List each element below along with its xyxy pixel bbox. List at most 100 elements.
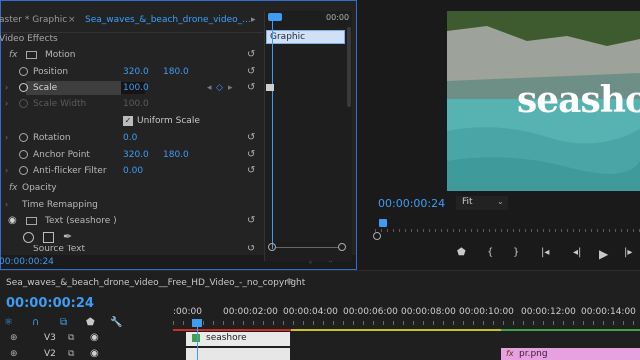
playhead-line	[272, 13, 273, 249]
mark-in-icon[interactable]: {	[487, 247, 493, 258]
chevron-right-icon[interactable]: ›	[5, 80, 8, 96]
anchor-y-value[interactable]: 180.0	[163, 147, 189, 163]
antiflicker-value[interactable]: 0.00	[123, 163, 143, 179]
eye-icon[interactable]: ◉	[90, 348, 99, 359]
ellipse-mask-icon[interactable]	[23, 232, 34, 243]
add-keyframe-icon[interactable]: ◇	[216, 80, 223, 96]
graphic-clip-bar[interactable]: Graphic	[266, 30, 345, 44]
zoom-handle-left[interactable]	[373, 232, 381, 240]
zoom-track[interactable]	[276, 247, 338, 248]
antiflicker-row: › Anti-flicker Filter 0.00 ↺	[1, 163, 263, 179]
time-remapping-row[interactable]: › Time Remapping	[1, 197, 263, 213]
play-icon[interactable]: ▶	[599, 247, 608, 261]
marker-icon[interactable]: ⬟	[457, 247, 466, 258]
playhead-icon[interactable]	[379, 219, 387, 227]
anchor-point-row: Anchor Point 320.0 180.0 ↺	[1, 147, 263, 163]
transform-box-icon	[26, 217, 37, 225]
step-forward-icon[interactable]: |▸	[624, 247, 632, 258]
fit-dropdown[interactable]: Fit ⌄	[456, 196, 508, 210]
opacity-row[interactable]: fx Opacity	[1, 180, 263, 196]
scale-label: Scale	[33, 83, 58, 93]
step-back-icon[interactable]: ◂|	[573, 247, 581, 258]
ruler-tick: 00:00:08:00	[401, 307, 456, 317]
chevron-right-icon[interactable]: ›	[5, 163, 8, 179]
snap-magnet-icon[interactable]: ∩	[32, 317, 39, 328]
clip-v2-left[interactable]	[186, 348, 290, 360]
sync-lock-icon[interactable]: ⧉	[68, 349, 74, 359]
go-to-in-icon[interactable]: |◂	[541, 247, 549, 258]
sequence-clip-tab[interactable]: Sea_waves_&_beach_drone_video_...	[85, 11, 251, 29]
chevron-down-icon: ⌄	[497, 197, 504, 206]
panel-menu-icon[interactable]: ▸	[251, 11, 256, 29]
fx-badge-icon	[192, 334, 200, 342]
stopwatch-icon[interactable]	[19, 133, 28, 142]
program-timecode[interactable]: 00:00:00:24	[378, 197, 445, 210]
reset-icon[interactable]: ↺	[247, 245, 255, 255]
reset-icon[interactable]: ↺	[247, 213, 255, 229]
track-v3: ⊕ V3 ⧉ ◉ seashore	[0, 332, 640, 346]
playhead-icon[interactable]	[268, 13, 282, 21]
ect-timecode[interactable]: 00:00:00:24	[0, 257, 54, 267]
close-icon[interactable]: ×	[68, 11, 76, 29]
linked-selection-icon[interactable]: ⧉	[60, 317, 67, 328]
mini-ruler: 00:00	[268, 13, 349, 25]
reset-icon[interactable]: ↺	[247, 64, 255, 80]
video-effects-header: Video Effects	[0, 31, 263, 47]
anchor-x-value[interactable]: 320.0	[123, 147, 149, 163]
timeline-timecode[interactable]: 00:00:00:24	[6, 296, 94, 311]
motion-effect-row[interactable]: fx Motion ↺	[1, 47, 263, 63]
timeline-panel: Sea_waves_&_beach_drone_video__Free_HD_V…	[0, 270, 640, 360]
fx-icon: fx	[9, 50, 18, 60]
toggle-lock-icon[interactable]: ⊕	[10, 349, 18, 359]
next-keyframe-icon[interactable]: ▸	[228, 80, 233, 96]
reset-icon[interactable]: ↺	[247, 130, 255, 146]
ect-mini-timeline[interactable]: 00:00 Graphic	[264, 11, 352, 261]
eye-icon[interactable]: ◉	[8, 213, 17, 229]
reset-icon[interactable]: ↺	[247, 47, 255, 63]
sequence-tab[interactable]: Sea_waves_&_beach_drone_video__Free_HD_V…	[6, 278, 305, 288]
chevron-right-icon[interactable]: ›	[5, 96, 8, 112]
reset-icon[interactable]: ↺	[247, 80, 255, 96]
zoom-handle-left[interactable]	[268, 243, 276, 251]
panel-menu-icon[interactable]: ≡	[286, 277, 294, 287]
eye-icon[interactable]: ◉	[90, 332, 99, 343]
keyframe-marker[interactable]	[266, 84, 274, 91]
position-x-value[interactable]: 320.0	[123, 64, 149, 80]
scrollbar[interactable]	[347, 27, 351, 107]
toggle-lock-icon[interactable]: ⊕	[10, 333, 18, 343]
zoom-handle-right[interactable]	[338, 243, 346, 251]
reset-icon[interactable]: ↺	[247, 147, 255, 163]
mark-out-icon[interactable]: }	[513, 247, 519, 258]
clip-seashore[interactable]: seashore	[186, 332, 290, 346]
chevron-right-icon[interactable]: ›	[5, 197, 8, 213]
sync-lock-icon[interactable]: ⧉	[68, 333, 74, 343]
add-marker-icon[interactable]: ⬟	[86, 317, 95, 328]
reset-icon[interactable]: ↺	[247, 163, 255, 179]
chevron-right-icon[interactable]: ›	[5, 130, 8, 146]
uniform-scale-row: ✓ Uniform Scale	[1, 113, 263, 129]
uniform-scale-label: Uniform Scale	[137, 116, 200, 126]
pen-mask-icon[interactable]: ✒	[63, 229, 72, 245]
stopwatch-icon[interactable]	[19, 166, 28, 175]
stopwatch-icon[interactable]	[19, 83, 28, 92]
uniform-scale-checkbox[interactable]: ✓	[123, 116, 133, 126]
source-clip-tab[interactable]: aster * Graphic	[0, 11, 67, 29]
wrench-icon[interactable]: 🔧	[110, 317, 122, 328]
seashore-overlay-text[interactable]: seashore	[517, 79, 640, 121]
timeline-ruler[interactable]: :00:00 00:00:02:00 00:00:04:00 00:00:06:…	[173, 307, 640, 331]
clip-pr-png[interactable]: fx pr.png	[501, 348, 640, 360]
rectangle-mask-icon[interactable]	[43, 232, 54, 243]
nest-icon[interactable]: ⚛	[4, 317, 13, 328]
scale-width-value: 100.0	[123, 99, 149, 109]
clip-label: seashore	[206, 333, 247, 343]
scale-value[interactable]: 100.0	[123, 80, 149, 96]
text-layer-row[interactable]: ◉ Text (seashore ) ↺	[1, 213, 263, 229]
prev-keyframe-icon[interactable]: ◂	[207, 80, 212, 96]
position-y-value[interactable]: 180.0	[163, 64, 189, 80]
work-area-bar-green	[501, 329, 640, 331]
stopwatch-icon[interactable]	[19, 150, 28, 159]
program-scrub-bar[interactable]	[373, 219, 640, 240]
stopwatch-icon[interactable]	[19, 67, 28, 76]
program-video-frame[interactable]: seashore	[447, 11, 640, 191]
rotation-value[interactable]: 0.0	[123, 130, 137, 146]
